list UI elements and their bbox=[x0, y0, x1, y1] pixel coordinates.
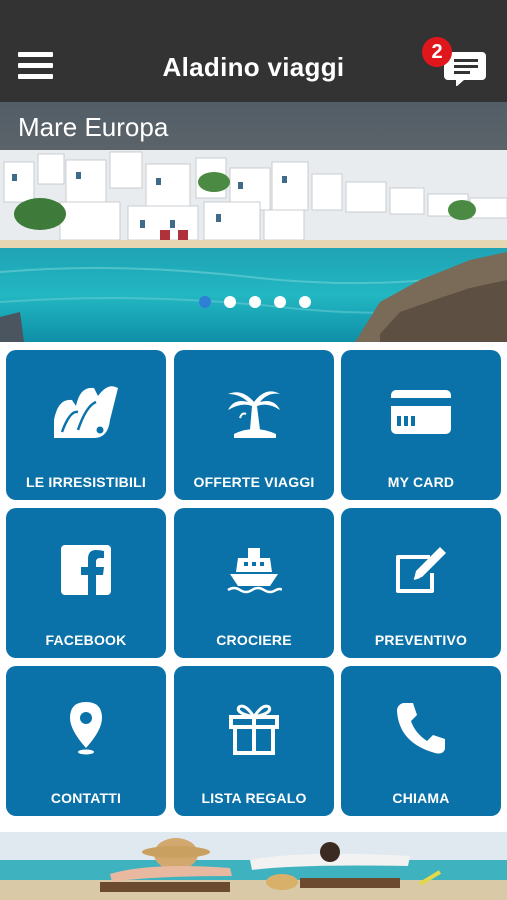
tile-facebook[interactable]: FACEBOOK bbox=[6, 508, 166, 658]
tile-label: LE IRRESISTIBILI bbox=[26, 474, 146, 490]
banner-title: Mare Europa bbox=[18, 112, 169, 142]
tile-lista-regalo[interactable]: LISTA REGALO bbox=[174, 666, 334, 816]
palm-island-icon bbox=[228, 391, 280, 438]
carousel-dot-5[interactable] bbox=[299, 296, 311, 308]
carousel-dot-2[interactable] bbox=[224, 296, 236, 308]
tile-label: CHIAMA bbox=[392, 790, 450, 806]
tile-label: OFFERTE VIAGGI bbox=[193, 474, 315, 490]
tile-my-card[interactable]: MY CARD bbox=[341, 350, 501, 500]
carousel-dots bbox=[0, 296, 507, 310]
tile-le-irresistibili[interactable]: LE IRRESISTIBILI bbox=[6, 350, 166, 500]
tile-label: CROCIERE bbox=[216, 632, 292, 648]
tile-offerte-viaggi[interactable]: OFFERTE VIAGGI bbox=[174, 350, 334, 500]
tile-preventivo[interactable]: PREVENTIVO bbox=[341, 508, 501, 658]
location-pin-icon bbox=[70, 702, 102, 755]
notification-badge: 2 bbox=[422, 37, 452, 67]
tile-label: PREVENTIVO bbox=[374, 632, 468, 648]
facebook-icon bbox=[61, 545, 111, 595]
tile-label: LISTA REGALO bbox=[201, 790, 307, 806]
menu-grid: LE IRRESISTIBILI OFFERTE VIAGGI MY CARD … bbox=[0, 342, 507, 822]
bottom-promo-banner[interactable] bbox=[0, 832, 507, 900]
tile-contatti[interactable]: CONTATTI bbox=[6, 666, 166, 816]
beach-loungers-image bbox=[0, 832, 507, 900]
tile-label: MY CARD bbox=[387, 474, 455, 490]
card-icon bbox=[391, 390, 451, 434]
swatch-fan-icon bbox=[54, 386, 118, 438]
gift-icon bbox=[229, 704, 279, 755]
tile-label: CONTATTI bbox=[50, 790, 122, 806]
carousel-dot-3[interactable] bbox=[249, 296, 261, 308]
carousel-dot-1[interactable] bbox=[199, 296, 211, 308]
promo-carousel[interactable]: Mare Europa bbox=[0, 102, 507, 342]
app-header: Aladino viaggi 2 bbox=[0, 0, 507, 102]
carousel-dot-4[interactable] bbox=[274, 296, 286, 308]
tile-chiama[interactable]: CHIAMA bbox=[341, 666, 501, 816]
tile-label: FACEBOOK bbox=[45, 632, 127, 648]
phone-icon bbox=[397, 703, 445, 754]
tile-crociere[interactable]: CROCIERE bbox=[174, 508, 334, 658]
edit-icon bbox=[396, 547, 446, 593]
ship-icon bbox=[227, 548, 282, 594]
